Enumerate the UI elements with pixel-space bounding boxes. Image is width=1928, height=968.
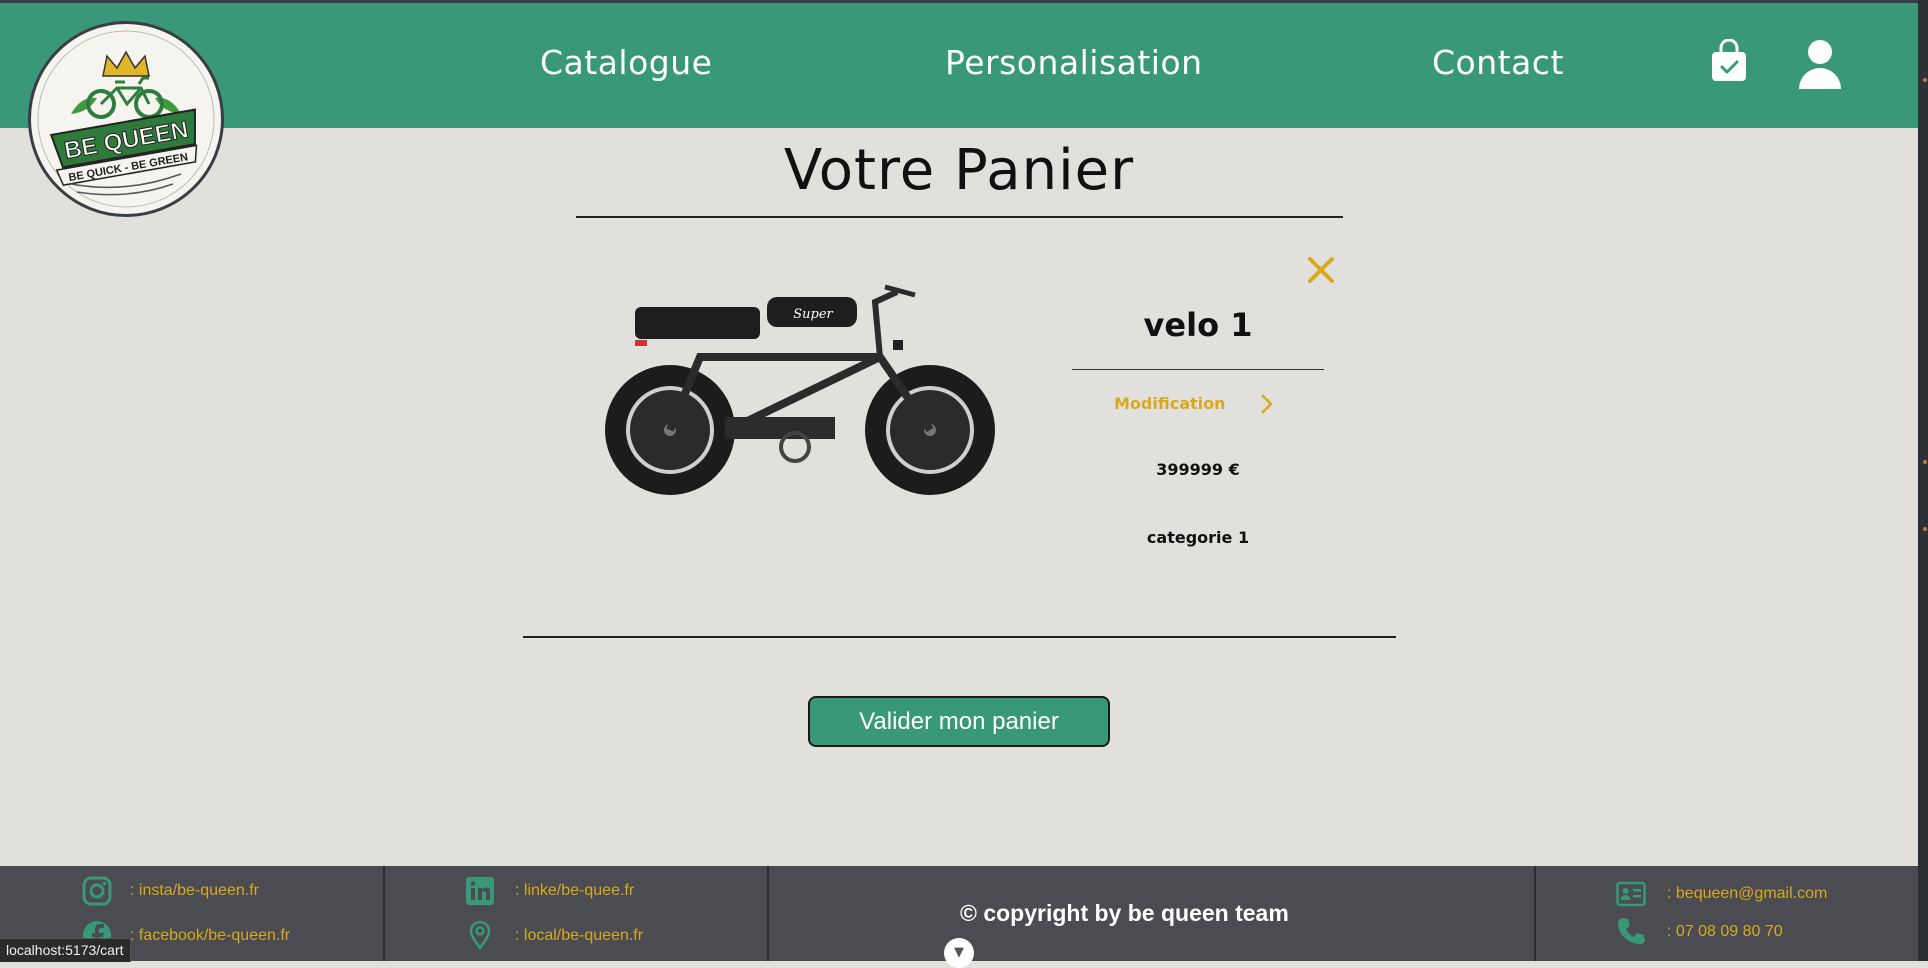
email-link[interactable]: : bequeen@gmail.com — [1667, 885, 1827, 903]
location-link[interactable]: : local/be-queen.fr — [515, 927, 643, 945]
phone-icon — [1618, 918, 1645, 944]
nav-catalogue-link[interactable]: Catalogue — [540, 43, 712, 82]
site-footer: : insta/be-queen.fr : facebook/be-queen.… — [0, 866, 1918, 968]
validate-cart-button[interactable]: Valider mon panier — [808, 696, 1110, 747]
facebook-link[interactable]: : facebook/be-queen.fr — [130, 927, 290, 945]
product-divider — [1072, 369, 1324, 370]
footer-divider — [383, 866, 385, 961]
chevron-right-icon[interactable] — [1260, 393, 1274, 415]
modification-link[interactable]: Modification — [1114, 394, 1226, 413]
cart-items-divider — [523, 636, 1396, 638]
page-title: Votre Panier — [783, 138, 1135, 203]
location-pin-icon — [469, 920, 491, 950]
window-right-edge — [1918, 0, 1928, 961]
logo-artwork: BE QUEEN BE QUICK - BE GREEN — [37, 30, 215, 208]
title-divider — [576, 216, 1343, 218]
edge-marker — [1923, 78, 1927, 82]
remove-item-close-icon[interactable] — [1306, 255, 1336, 285]
edge-marker — [1923, 460, 1927, 464]
copyright-text: © copyright by be queen team — [960, 900, 1289, 926]
linkedin-link[interactable]: : linke/be-quee.fr — [515, 882, 634, 900]
nav-contact-link[interactable]: Contact — [1432, 43, 1564, 82]
svg-text:Super: Super — [793, 307, 833, 322]
shopping-bag-check-icon[interactable] — [1710, 39, 1748, 83]
product-price: 399999 € — [1156, 460, 1240, 479]
browser-status-url: localhost:5173/cart — [0, 938, 131, 962]
product-image-ebike: Super — [605, 284, 995, 495]
instagram-icon — [82, 876, 112, 906]
be-queen-logo[interactable]: BE QUEEN BE QUICK - BE GREEN — [28, 21, 224, 217]
nav-personalisation-link[interactable]: Personalisation — [945, 43, 1203, 82]
edge-marker — [1923, 527, 1927, 531]
instagram-link[interactable]: : insta/be-queen.fr — [130, 882, 259, 900]
product-category: categorie 1 — [1146, 528, 1250, 547]
contact-card-icon — [1616, 881, 1646, 907]
phone-link[interactable]: : 07 08 09 80 70 — [1667, 923, 1783, 941]
linkedin-icon — [466, 877, 494, 905]
user-icon[interactable] — [1798, 39, 1842, 89]
vue-devtools-icon[interactable]: ▼ — [944, 938, 974, 968]
product-name: velo 1 — [1143, 306, 1253, 344]
footer-divider — [1534, 866, 1536, 961]
site-header: Catalogue Personalisation Contact — [0, 3, 1918, 128]
footer-divider — [767, 866, 769, 961]
